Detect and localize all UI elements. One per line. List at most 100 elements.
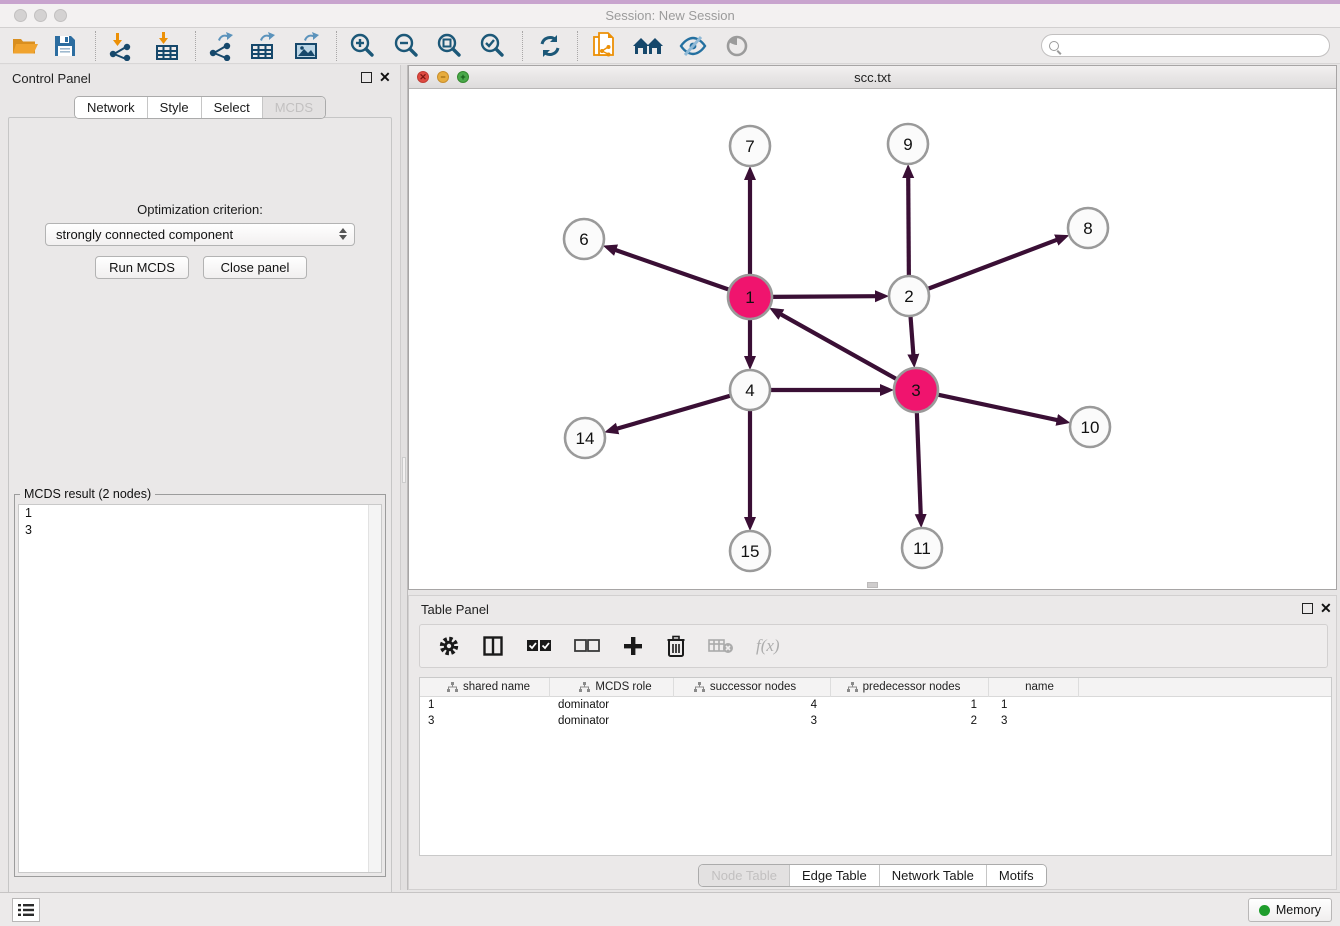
search-field[interactable] <box>1041 34 1330 57</box>
table-cell[interactable]: 4 <box>674 697 831 713</box>
search-input[interactable] <box>1064 38 1329 54</box>
eye-icon <box>724 34 750 58</box>
save-session-button[interactable] <box>48 31 82 61</box>
graph-node-label-14: 14 <box>576 429 595 448</box>
column-header-name[interactable]: name <box>989 678 1079 697</box>
tab-mcds[interactable]: MCDS <box>262 97 325 118</box>
list-icon <box>18 903 34 917</box>
optimization-criterion-select[interactable]: strongly connected component <box>45 223 355 246</box>
gear-icon <box>438 635 460 657</box>
table-cell[interactable]: 3 <box>420 713 550 729</box>
clone-network-button[interactable] <box>588 31 622 61</box>
delete-column-button[interactable] <box>666 631 686 661</box>
first-neighbors-button[interactable] <box>632 31 666 61</box>
export-table-button[interactable] <box>246 31 280 61</box>
close-table-panel-icon[interactable]: ✕ <box>1320 600 1332 617</box>
export-image-button[interactable] <box>290 31 324 61</box>
show-columns-button[interactable] <box>482 631 504 661</box>
graph-node-label-2: 2 <box>904 287 913 306</box>
float-panel-icon[interactable] <box>361 72 372 83</box>
tab-edge-table[interactable]: Edge Table <box>789 865 879 886</box>
tab-motifs[interactable]: Motifs <box>986 865 1046 886</box>
open-session-button[interactable] <box>8 31 42 61</box>
result-scrollbar[interactable] <box>368 505 381 872</box>
close-panel-button[interactable]: Close panel <box>203 256 307 279</box>
zoom-selected-button[interactable] <box>475 31 509 61</box>
graph-edge-3-10[interactable] <box>936 394 1058 420</box>
tab-node-table[interactable]: Node Table <box>699 865 789 886</box>
close-panel-icon[interactable]: ✕ <box>379 69 391 86</box>
float-table-panel-icon[interactable] <box>1302 603 1313 614</box>
graph-edge-2-8[interactable] <box>926 240 1057 290</box>
attribute-type-icon <box>447 682 458 693</box>
mcds-result-list: 13 <box>18 504 382 873</box>
network-canvas[interactable]: 7968124314101511 <box>409 89 1336 589</box>
delete-table-button[interactable] <box>708 631 734 661</box>
split-divider[interactable] <box>400 65 408 890</box>
table-cell[interactable]: dominator <box>550 697 674 713</box>
graph-node-label-11: 11 <box>913 539 931 558</box>
column-header-mcds-role[interactable]: MCDS role <box>550 678 674 697</box>
table-cell[interactable]: 3 <box>989 713 1079 729</box>
network-scroll-grip[interactable] <box>867 582 878 588</box>
memory-button[interactable]: Memory <box>1248 898 1332 922</box>
attribute-type-icon <box>694 682 705 693</box>
table-cell[interactable]: 2 <box>831 713 989 729</box>
column-header-shared-name[interactable]: shared name <box>420 678 550 697</box>
table-cell[interactable]: 1 <box>420 697 550 713</box>
graph-edge-3-11[interactable] <box>917 410 921 515</box>
select-all-button[interactable] <box>526 631 552 661</box>
export-network-button[interactable] <box>204 31 238 61</box>
mcds-result-group: MCDS result (2 nodes) 13 <box>14 494 386 877</box>
table-cell[interactable]: dominator <box>550 713 674 729</box>
selected-option: strongly connected component <box>56 227 233 242</box>
main-title-bar: Session: New Session <box>0 4 1340 28</box>
tab-style[interactable]: Style <box>147 97 201 118</box>
zoom-in-button[interactable] <box>345 31 379 61</box>
table-settings-button[interactable] <box>438 631 460 661</box>
zoom-in-icon <box>348 32 376 60</box>
graph-node-label-15: 15 <box>741 542 760 561</box>
graph-node-label-7: 7 <box>745 137 754 156</box>
memory-label: Memory <box>1276 903 1321 917</box>
table-panel-header: Table Panel ✕ <box>409 596 1336 622</box>
refresh-button[interactable] <box>533 31 567 61</box>
run-mcds-button[interactable]: Run MCDS <box>95 256 189 279</box>
graph-edge-3-1[interactable] <box>781 314 899 380</box>
clone-network-icon <box>591 31 619 61</box>
deselect-all-button[interactable] <box>574 631 600 661</box>
task-history-button[interactable] <box>12 898 40 922</box>
refresh-icon <box>537 33 563 59</box>
column-header-successor-nodes[interactable]: successor nodes <box>674 678 831 697</box>
graph-edge-1-2[interactable] <box>770 296 876 297</box>
zoom-out-button[interactable] <box>389 31 423 61</box>
graph-edge-2-9[interactable] <box>908 177 909 278</box>
show-all-button[interactable] <box>720 31 754 61</box>
graph-edge-1-6[interactable] <box>615 250 731 291</box>
trash-icon <box>666 635 686 658</box>
graph-edge-4-14[interactable] <box>617 395 733 429</box>
zoom-fit-button[interactable] <box>432 31 466 61</box>
table-row[interactable]: 1dominator411 <box>420 697 1331 713</box>
split-divider-handle[interactable] <box>402 457 406 483</box>
tab-select[interactable]: Select <box>201 97 262 118</box>
table-cell[interactable]: 1 <box>989 697 1079 713</box>
export-network-icon <box>206 31 236 61</box>
tab-network-table[interactable]: Network Table <box>879 865 986 886</box>
toolbar-separator <box>195 31 196 61</box>
column-header-predecessor-nodes[interactable]: predecessor nodes <box>831 678 989 697</box>
graph-edge-2-3[interactable] <box>910 314 913 355</box>
tab-network[interactable]: Network <box>75 97 147 118</box>
zoom-out-icon <box>392 32 420 60</box>
table-cell[interactable]: 3 <box>674 713 831 729</box>
table-cell[interactable]: 1 <box>831 697 989 713</box>
function-builder-button[interactable]: f(x) <box>756 631 780 661</box>
control-panel: Control Panel ✕ Network Style Select MCD… <box>0 65 400 890</box>
import-table-button[interactable] <box>150 31 184 61</box>
node-table: shared name MCDS role successor nodes pr… <box>419 677 1332 856</box>
table-panel: Table Panel ✕ <box>408 595 1337 890</box>
table-row[interactable]: 3dominator323 <box>420 713 1331 729</box>
import-network-button[interactable] <box>104 31 138 61</box>
hide-selected-button[interactable] <box>676 31 710 61</box>
add-column-button[interactable] <box>622 631 644 661</box>
